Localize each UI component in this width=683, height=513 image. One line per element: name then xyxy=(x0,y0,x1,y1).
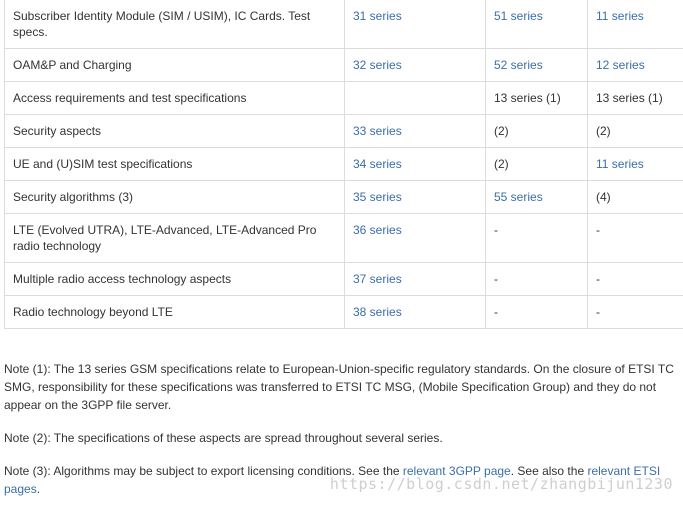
series-text: (4) xyxy=(588,181,683,214)
series-link[interactable]: 35 series xyxy=(345,181,486,214)
table-row: Subscriber Identity Module (SIM / USIM),… xyxy=(5,0,683,49)
series-text: 13 series (1) xyxy=(486,82,588,115)
series-link[interactable]: 38 series xyxy=(345,296,486,329)
series-link[interactable]: 11 series xyxy=(588,0,683,49)
row-description: Subscriber Identity Module (SIM / USIM),… xyxy=(5,0,345,49)
table-row: Security aspects 33 series (2) (2) xyxy=(5,115,683,148)
series-link[interactable]: 11 series xyxy=(588,148,683,181)
row-description: Security algorithms (3) xyxy=(5,181,345,214)
series-text: - xyxy=(588,263,683,296)
empty-cell xyxy=(345,82,486,115)
row-description: Radio technology beyond LTE xyxy=(5,296,345,329)
note-2: Note (2): The specifications of these as… xyxy=(4,429,676,447)
series-link[interactable]: 31 series xyxy=(345,0,486,49)
series-text: - xyxy=(486,214,588,263)
series-text: - xyxy=(486,263,588,296)
row-description: Access requirements and test specificati… xyxy=(5,82,345,115)
row-description: OAM&P and Charging xyxy=(5,49,345,82)
series-text: (2) xyxy=(486,148,588,181)
series-link[interactable]: 52 series xyxy=(486,49,588,82)
series-text: (2) xyxy=(588,115,683,148)
series-link[interactable]: 51 series xyxy=(486,0,588,49)
row-description: Multiple radio access technology aspects xyxy=(5,263,345,296)
table-row: UE and (U)SIM test specifications 34 ser… xyxy=(5,148,683,181)
table-row: Security algorithms (3) 35 series 55 ser… xyxy=(5,181,683,214)
table-row: OAM&P and Charging 32 series 52 series 1… xyxy=(5,49,683,82)
series-link[interactable]: 12 series xyxy=(588,49,683,82)
note-3-text: . xyxy=(37,482,40,496)
series-link[interactable]: 33 series xyxy=(345,115,486,148)
spec-series-table: Subscriber Identity Module (SIM / USIM),… xyxy=(4,0,683,329)
table-row: Radio technology beyond LTE 38 series - … xyxy=(5,296,683,329)
series-link[interactable]: 36 series xyxy=(345,214,486,263)
row-description: Security aspects xyxy=(5,115,345,148)
table-row: Access requirements and test specificati… xyxy=(5,82,683,115)
series-text: 13 series (1) xyxy=(588,82,683,115)
note-1: Note (1): The 13 series GSM specificatio… xyxy=(4,360,676,414)
row-description: LTE (Evolved UTRA), LTE-Advanced, LTE-Ad… xyxy=(5,214,345,263)
table-row: LTE (Evolved UTRA), LTE-Advanced, LTE-Ad… xyxy=(5,214,683,263)
series-text: - xyxy=(588,296,683,329)
series-text: - xyxy=(588,214,683,263)
row-description: UE and (U)SIM test specifications xyxy=(5,148,345,181)
table-row: Multiple radio access technology aspects… xyxy=(5,263,683,296)
watermark: https://blog.csdn.net/zhangbijun1230 xyxy=(330,475,673,493)
series-link[interactable]: 34 series xyxy=(345,148,486,181)
series-link[interactable]: 37 series xyxy=(345,263,486,296)
series-link[interactable]: 32 series xyxy=(345,49,486,82)
series-link[interactable]: 55 series xyxy=(486,181,588,214)
series-text: - xyxy=(486,296,588,329)
series-text: (2) xyxy=(486,115,588,148)
